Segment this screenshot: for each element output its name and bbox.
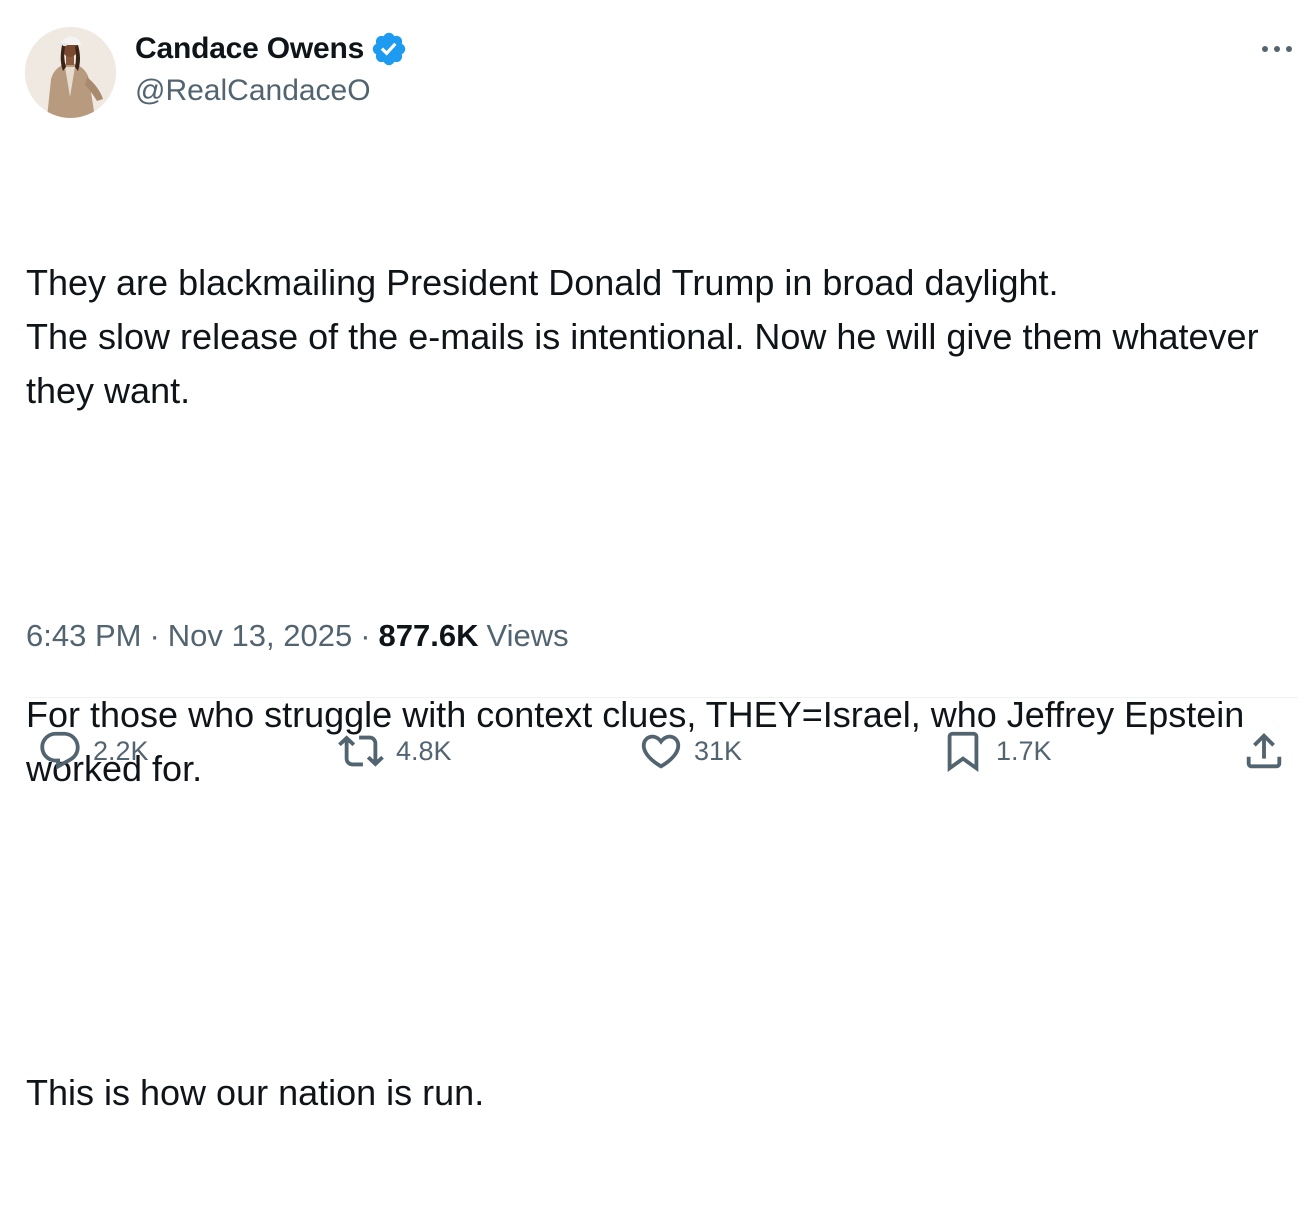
post-date[interactable]: Nov 13, 2025 bbox=[168, 618, 352, 654]
post-time[interactable]: 6:43 PM bbox=[26, 618, 141, 654]
post-paragraph-1: They are blackmailing President Donald T… bbox=[26, 262, 1259, 411]
action-bar: 2.2K 4.8K 31K 1.7K bbox=[0, 720, 1311, 782]
like-count: 31K bbox=[694, 735, 743, 766]
tweet-card: Candace Owens @RealCandaceO They are bla… bbox=[0, 0, 1311, 1113]
author-handle[interactable]: @RealCandaceO bbox=[135, 74, 408, 108]
meta-separator: · bbox=[149, 618, 160, 653]
views-count: 877.6K bbox=[378, 618, 479, 653]
views-label: Views bbox=[486, 618, 569, 653]
verified-badge-icon[interactable] bbox=[370, 30, 408, 68]
meta-separator: · bbox=[360, 618, 371, 653]
repost-icon bbox=[338, 735, 384, 767]
avatar-photo-icon bbox=[25, 27, 116, 118]
paragraph-spacer bbox=[26, 526, 1276, 580]
author-name-row: Candace Owens bbox=[135, 30, 408, 68]
author-block: Candace Owens @RealCandaceO bbox=[135, 30, 408, 108]
heart-icon bbox=[641, 734, 681, 769]
post-metadata: 6:43 PM · Nov 13, 2025 · 877.6K Views bbox=[26, 618, 569, 654]
bookmark-count: 1.7K bbox=[996, 735, 1052, 766]
author-display-name[interactable]: Candace Owens bbox=[135, 32, 364, 66]
paragraph-spacer bbox=[26, 904, 1276, 958]
divider bbox=[26, 697, 1298, 698]
author-avatar[interactable] bbox=[25, 27, 116, 118]
reply-count: 2.2K bbox=[93, 735, 149, 766]
post-text: They are blackmailing President Donald T… bbox=[26, 148, 1276, 1228]
reply-icon bbox=[40, 731, 80, 770]
share-icon bbox=[1246, 732, 1282, 769]
reply-button[interactable]: 2.2K bbox=[37, 720, 149, 782]
bookmark-icon bbox=[947, 731, 979, 772]
post-paragraph-3: This is how our nation is run. bbox=[26, 1072, 485, 1113]
share-button[interactable] bbox=[1241, 720, 1287, 782]
repost-button[interactable]: 4.8K bbox=[336, 720, 452, 782]
like-button[interactable]: 31K bbox=[638, 720, 742, 782]
bookmark-button[interactable]: 1.7K bbox=[940, 720, 1052, 782]
more-options-icon[interactable] bbox=[1257, 34, 1297, 64]
repost-count: 4.8K bbox=[396, 735, 452, 766]
